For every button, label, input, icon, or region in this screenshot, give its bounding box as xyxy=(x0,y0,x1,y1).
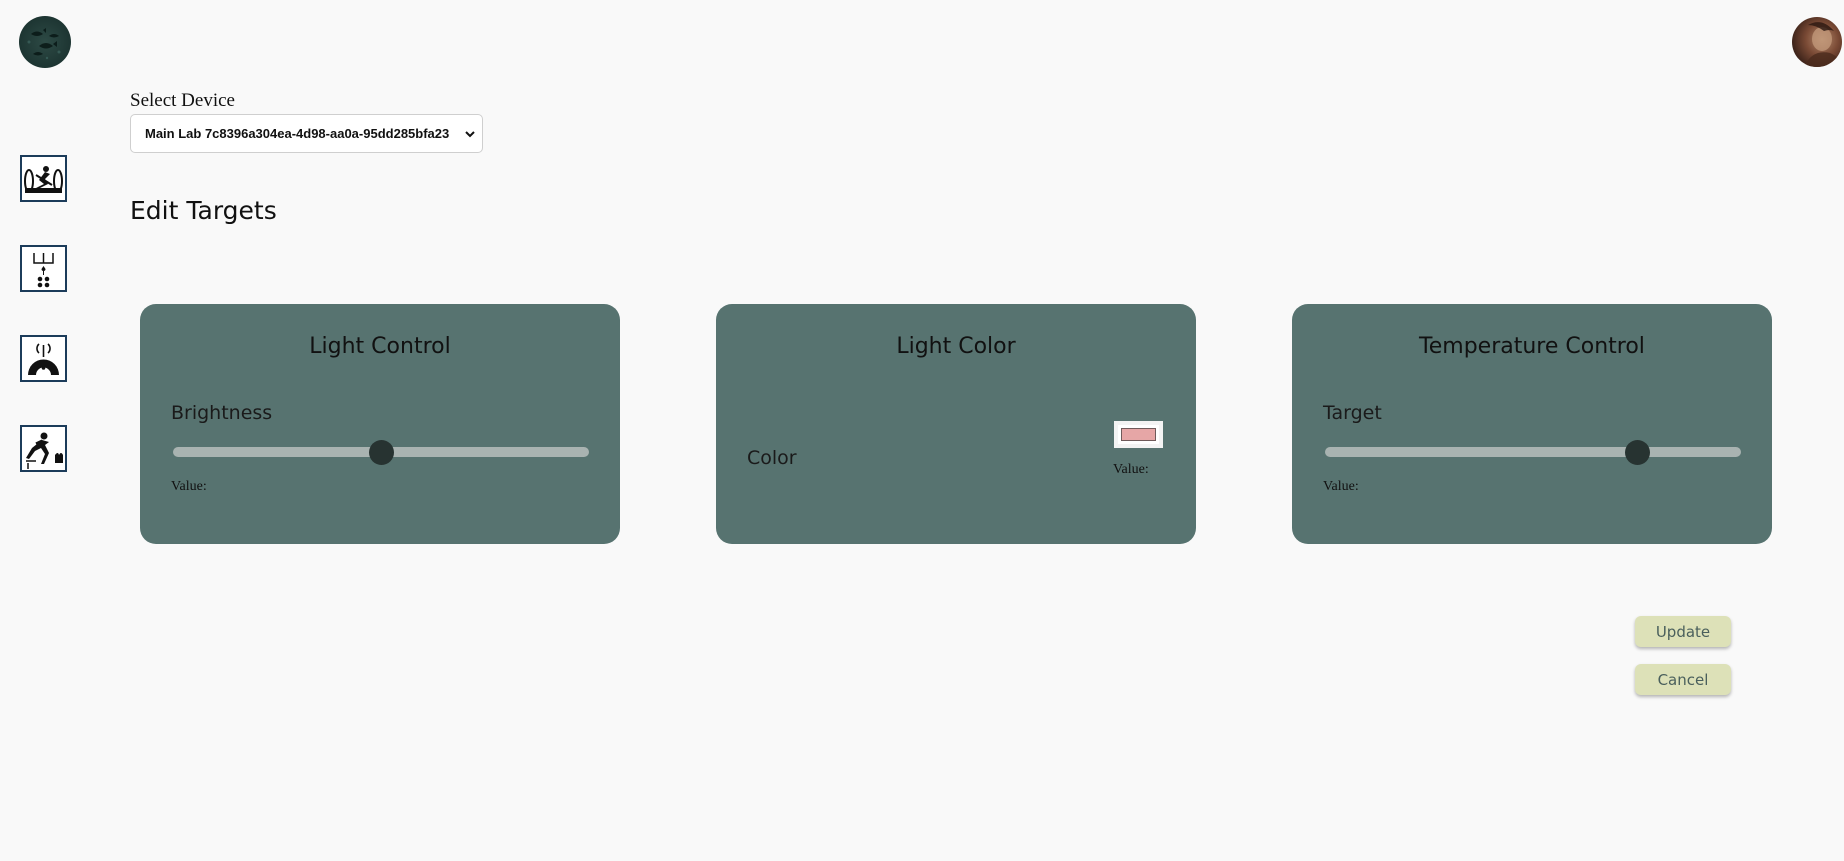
color-swatch-fill xyxy=(1121,428,1156,441)
color-value-label: Value: xyxy=(1113,462,1149,477)
cancel-button[interactable]: Cancel xyxy=(1635,664,1731,695)
fish-logo-icon[interactable] xyxy=(19,16,71,68)
target-label: Target xyxy=(1323,402,1382,424)
device-select[interactable]: Main Lab 7c8396a304ea-4d98-aa0a-95dd285b… xyxy=(130,114,483,153)
light-control-card: Light Control Brightness Value: xyxy=(140,304,620,544)
light-color-card: Light Color Color Value: xyxy=(716,304,1196,544)
lamp-icon[interactable] xyxy=(20,335,67,382)
light-control-title: Light Control xyxy=(309,334,451,359)
select-device-label: Select Device xyxy=(130,90,235,111)
target-value-label: Value: xyxy=(1323,479,1359,494)
light-color-title: Light Color xyxy=(896,334,1016,359)
rowing-icon[interactable] xyxy=(20,155,67,202)
chevron-down-icon xyxy=(465,131,475,138)
page: Select Device Main Lab 7c8396a304ea-4d98… xyxy=(0,0,1844,861)
page-title: Edit Targets xyxy=(130,196,277,225)
target-slider-thumb[interactable] xyxy=(1624,440,1650,465)
brightness-value-label: Value: xyxy=(171,479,207,494)
color-picker[interactable] xyxy=(1114,421,1163,448)
brightness-slider-thumb[interactable] xyxy=(368,440,394,465)
temperature-control-card: Temperature Control Target Value: xyxy=(1292,304,1772,544)
soil-moisture-icon[interactable] xyxy=(20,245,67,292)
user-avatar[interactable] xyxy=(1792,17,1842,67)
gardener-icon[interactable] xyxy=(20,425,67,472)
color-label: Color xyxy=(747,447,797,469)
target-slider-track[interactable] xyxy=(1325,447,1741,457)
brightness-label: Brightness xyxy=(171,402,273,424)
temperature-control-title: Temperature Control xyxy=(1419,334,1645,359)
device-select-value: Main Lab 7c8396a304ea-4d98-aa0a-95dd285b… xyxy=(145,126,450,141)
update-button[interactable]: Update xyxy=(1635,616,1731,647)
